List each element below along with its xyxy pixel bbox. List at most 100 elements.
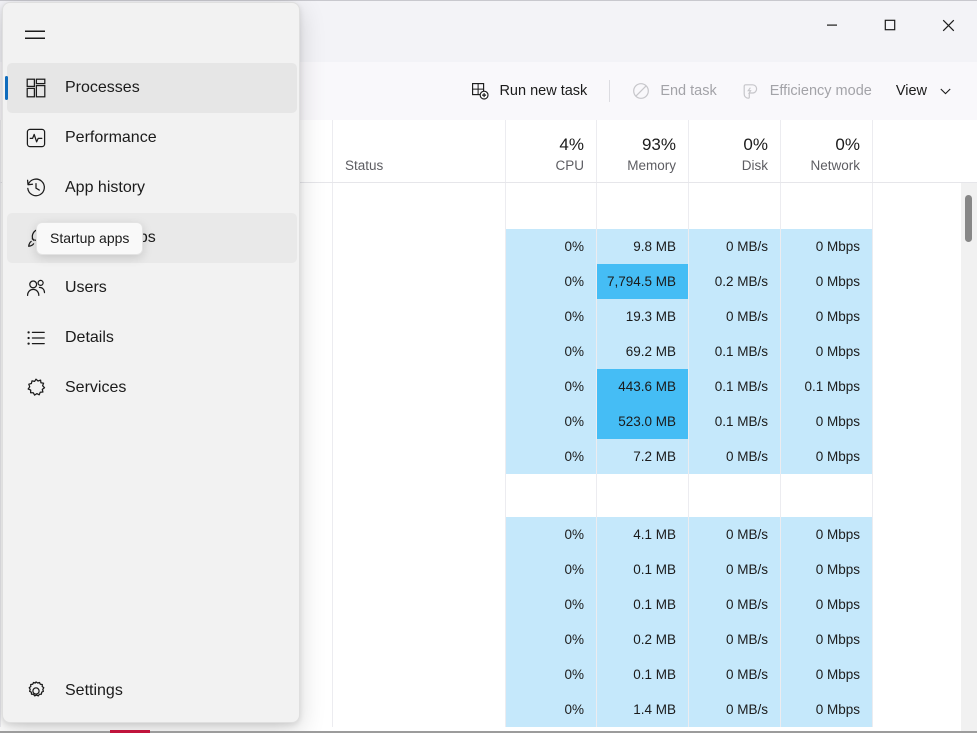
cell-text: 0 MB/s <box>725 527 768 542</box>
cell-memory: 9.8 MB <box>596 229 688 264</box>
scrollbar-thumb[interactable] <box>965 195 972 242</box>
run-new-task-button[interactable]: Run new task <box>459 74 599 108</box>
column-header-disk[interactable]: 0% Disk <box>688 119 780 182</box>
cell-text: 0% <box>564 667 584 682</box>
cell-memory: 523.0 MB <box>596 404 688 439</box>
tooltip-text: Startup apps <box>50 230 130 246</box>
cell-text: 0.2 MB <box>633 632 676 647</box>
cell-text: 0 Mbps <box>815 344 860 359</box>
cell-cpu <box>505 183 596 229</box>
view-button[interactable]: View <box>884 74 963 108</box>
cell-text: 0% <box>564 239 584 254</box>
cell-status <box>332 474 505 517</box>
cell-text: 0.1 MB/s <box>714 344 768 359</box>
cell-disk: 0 MB/s <box>688 587 780 622</box>
cell-network: 0 Mbps <box>780 657 872 692</box>
column-header-label: CPU <box>555 158 584 173</box>
hamburger-menu-button[interactable] <box>15 17 55 53</box>
sidebar-item-label: Details <box>65 329 114 346</box>
column-header-network[interactable]: 0% Network <box>780 119 872 182</box>
column-header-value: 4% <box>559 135 584 154</box>
cell-disk: 0.1 MB/s <box>688 404 780 439</box>
cell-text: 0 MB/s <box>725 597 768 612</box>
end-task-button[interactable]: End task <box>620 74 728 108</box>
sidebar-item-details[interactable]: Details <box>7 313 297 363</box>
cell-memory: 7.2 MB <box>596 439 688 474</box>
cell-status <box>332 657 505 692</box>
cell-text: 0 MB/s <box>725 632 768 647</box>
minimize-icon <box>827 24 837 26</box>
cell-text: 7,794.5 MB <box>606 274 676 289</box>
cell-text: 0 MB/s <box>725 239 768 254</box>
sidebar-item-app-history[interactable]: App history <box>7 163 297 213</box>
cell-status <box>332 622 505 657</box>
efficiency-mode-button[interactable]: Efficiency mode <box>729 74 884 108</box>
close-button[interactable] <box>919 1 977 49</box>
cell-status <box>332 552 505 587</box>
cell-network: 0 Mbps <box>780 439 872 474</box>
users-icon <box>7 277 65 299</box>
cell-status <box>332 229 505 264</box>
column-header-cpu[interactable]: 4% CPU <box>505 119 596 182</box>
cell-disk: 0.1 MB/s <box>688 369 780 404</box>
cell-disk: 0 MB/s <box>688 692 780 727</box>
maximize-button[interactable] <box>861 1 919 49</box>
cell-network: 0 Mbps <box>780 299 872 334</box>
sidebar-selection-indicator <box>5 76 8 100</box>
cell-network: 0 Mbps <box>780 517 872 552</box>
column-header-value: 93% <box>641 135 676 154</box>
run-new-task-icon <box>472 83 490 100</box>
cell-text: 0 MB/s <box>725 562 768 577</box>
column-header-memory[interactable]: 93% Memory <box>596 119 688 182</box>
cell-text: 0 Mbps <box>815 562 860 577</box>
cell-text: 1.4 MB <box>633 702 676 717</box>
sidebar-item-label-settings: Settings <box>65 682 123 699</box>
cell-text: 0 Mbps <box>815 239 860 254</box>
cell-cpu: 0% <box>505 517 596 552</box>
cell-network: 0 Mbps <box>780 552 872 587</box>
cell-cpu: 0% <box>505 439 596 474</box>
cell-text: 523.0 MB <box>618 414 676 429</box>
cell-network: 0 Mbps <box>780 264 872 299</box>
cell-status <box>332 692 505 727</box>
cell-text: 0% <box>564 527 584 542</box>
sidebar-item-services[interactable]: Services <box>7 363 297 413</box>
cell-status <box>332 334 505 369</box>
cell-text: 0.1 Mbps <box>804 379 860 394</box>
app-history-icon <box>7 177 65 199</box>
sidebar-item-settings[interactable]: Settings <box>7 666 297 716</box>
cell-text: 4.1 MB <box>633 527 676 542</box>
cell-cpu <box>505 474 596 517</box>
column-header-status[interactable]: Status <box>332 119 505 182</box>
cell-text: 0% <box>564 562 584 577</box>
cell-network <box>780 183 872 229</box>
navigation-footer: Settings <box>3 666 299 716</box>
sidebar-item-label: App history <box>65 179 146 196</box>
cell-text: 0 MB/s <box>725 702 768 717</box>
vertical-scrollbar[interactable] <box>961 183 977 733</box>
details-icon <box>7 327 65 349</box>
cell-memory <box>596 474 688 517</box>
sidebar-item-processes[interactable]: Processes <box>5 63 297 113</box>
sidebar-item-performance[interactable]: Performance <box>7 113 297 163</box>
cell-disk: 0 MB/s <box>688 517 780 552</box>
column-header-value: 0% <box>835 135 860 154</box>
cell-text: 0% <box>564 414 584 429</box>
maximize-icon <box>884 19 896 31</box>
cell-memory: 0.1 MB <box>596 587 688 622</box>
cell-memory: 0.1 MB <box>596 657 688 692</box>
cell-cpu: 0% <box>505 404 596 439</box>
cell-text: 0 Mbps <box>815 414 860 429</box>
cell-memory: 0.1 MB <box>596 552 688 587</box>
sidebar-item-users[interactable]: Users <box>7 263 297 313</box>
cell-cpu: 0% <box>505 334 596 369</box>
cell-cpu: 0% <box>505 587 596 622</box>
task-manager-window: Run new task End task Efficiency mode Vi… <box>0 0 977 733</box>
cell-status <box>332 587 505 622</box>
cell-text: 0 Mbps <box>815 632 860 647</box>
cell-status <box>332 264 505 299</box>
cell-memory: 4.1 MB <box>596 517 688 552</box>
cell-text: 0 Mbps <box>815 274 860 289</box>
minimize-button[interactable] <box>803 1 861 49</box>
cell-network: 0 Mbps <box>780 622 872 657</box>
